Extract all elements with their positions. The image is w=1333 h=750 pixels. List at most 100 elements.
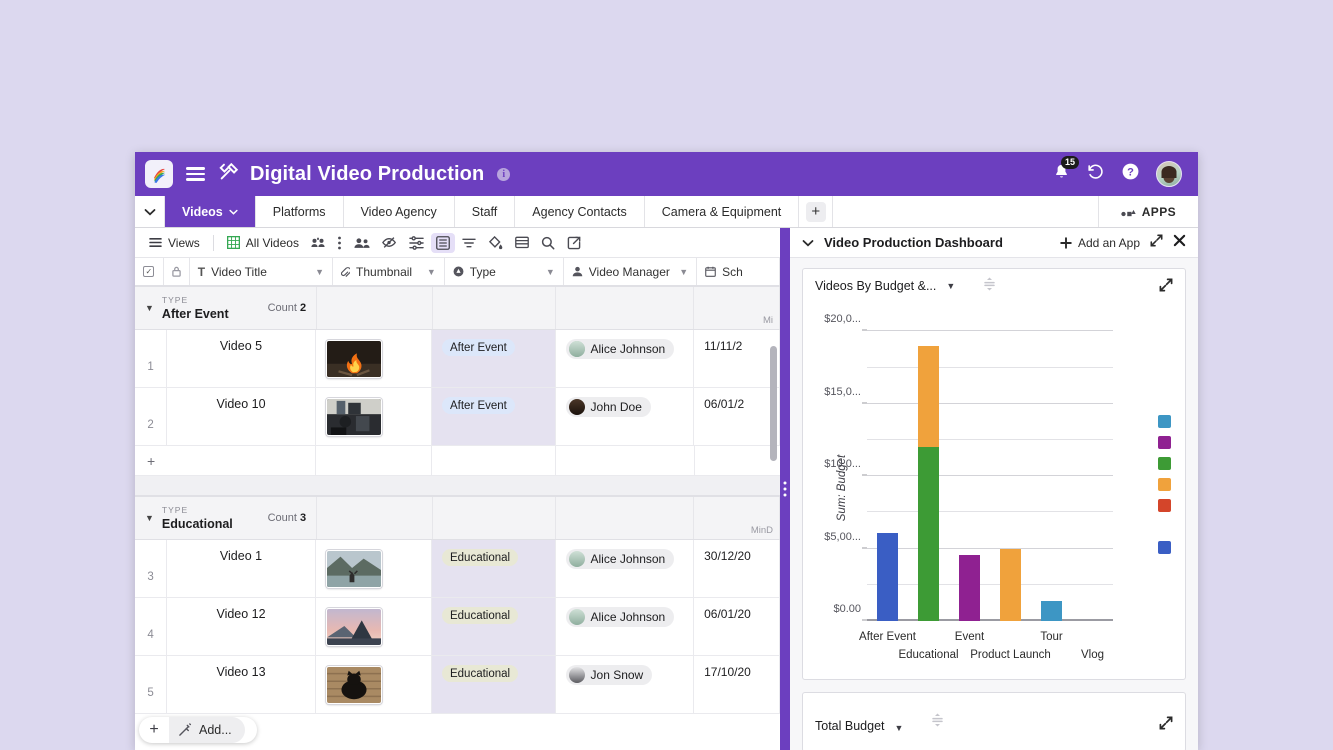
tab-camera-equipment[interactable]: Camera & Equipment [645, 196, 800, 227]
add-tab-button[interactable]: + [799, 196, 834, 227]
drag-handle-icon[interactable] [983, 276, 996, 297]
avatar[interactable] [1156, 161, 1182, 187]
cell-type[interactable]: Educational [431, 656, 556, 713]
field-settings-icon[interactable] [404, 233, 429, 253]
legend-swatch-2[interactable] [1158, 457, 1171, 470]
group-collapse-icon[interactable]: ▼ [145, 513, 154, 523]
table-name-button[interactable]: All Videos [222, 233, 304, 253]
table-row[interactable]: 5 Video 13 Educational Jon Snow 17/10/20 [135, 656, 780, 714]
views-button[interactable]: Views [144, 233, 205, 253]
cell-scheduled[interactable]: 06/01/20 [694, 598, 780, 655]
cell-video-title[interactable]: Video 10 [167, 388, 316, 445]
select-all-checkbox[interactable]: ✓ [135, 258, 164, 285]
group-header-educational[interactable]: ▼ TYPE Educational Count 3 MinD [135, 496, 780, 540]
cell-type[interactable]: After Event [431, 330, 556, 387]
bar-educational[interactable] [917, 345, 940, 621]
info-icon[interactable]: i [497, 167, 511, 181]
cell-thumbnail[interactable] [316, 656, 432, 713]
column-header-video-title[interactable]: T Video Title ▼ [190, 258, 334, 285]
chevron-down-icon[interactable]: ▼ [546, 267, 555, 277]
expand-diagonal-icon[interactable] [1159, 716, 1173, 733]
group-icon[interactable] [430, 232, 455, 253]
summary-icon[interactable] [510, 233, 534, 252]
help-circle-icon[interactable]: ? [1121, 162, 1140, 186]
color-fill-icon[interactable] [483, 233, 508, 253]
column-header-thumbnail[interactable]: Thumbnail ▼ [333, 258, 445, 285]
legend-swatch-3[interactable] [1158, 478, 1171, 491]
chevron-down-icon[interactable]: ▼ [895, 723, 904, 733]
hamburger-menu-icon[interactable] [183, 164, 208, 184]
cell-video-title[interactable]: Video 12 [167, 598, 316, 655]
column-header-video-manager[interactable]: Video Manager ▼ [564, 258, 698, 285]
plus-icon[interactable]: + [135, 446, 167, 475]
column-header-scheduled[interactable]: Sch [697, 258, 780, 285]
quickbase-logo[interactable] [145, 160, 173, 188]
group-collapse-icon[interactable]: ▼ [145, 303, 154, 313]
cell-video-manager[interactable]: Jon Snow [556, 656, 695, 713]
bar-segment-series-lightblue[interactable] [1040, 600, 1063, 621]
grid-vertical-scrollbar[interactable] [770, 346, 777, 461]
column-header-type[interactable]: Type ▼ [445, 258, 564, 285]
tab-platforms[interactable]: Platforms [256, 196, 344, 227]
tab-video-agency[interactable]: Video Agency [344, 196, 455, 227]
chevron-down-icon[interactable]: ▼ [679, 267, 688, 277]
bar-segment-series-green[interactable] [917, 447, 940, 621]
bar-tour[interactable] [1040, 600, 1063, 621]
share-users-icon[interactable] [306, 234, 330, 252]
history-undo-icon[interactable] [1086, 162, 1105, 186]
add-row-after-event[interactable]: + [135, 446, 780, 476]
chevron-down-icon[interactable]: ▼ [427, 267, 436, 277]
cell-video-manager[interactable]: Alice Johnson [556, 330, 695, 387]
expand-diagonal-icon[interactable] [1150, 234, 1163, 252]
close-x-icon[interactable] [1173, 234, 1186, 252]
filter-icon[interactable] [457, 234, 481, 252]
legend-swatch-0[interactable] [1158, 415, 1171, 428]
cell-thumbnail[interactable] [316, 388, 432, 445]
cell-video-title[interactable]: Video 13 [167, 656, 316, 713]
cell-thumbnail[interactable] [316, 540, 432, 597]
bar-product-launch[interactable] [999, 548, 1022, 621]
tab-videos[interactable]: Videos [165, 196, 256, 227]
cell-video-manager[interactable]: Alice Johnson [556, 540, 695, 597]
bar-event[interactable] [958, 555, 981, 621]
cell-video-manager[interactable]: John Doe [556, 388, 695, 445]
add-an-app-button[interactable]: Add an App [1060, 236, 1140, 250]
add-record-button[interactable]: + Add... [139, 717, 257, 743]
cell-video-title[interactable]: Video 1 [167, 540, 316, 597]
chevron-down-icon[interactable] [802, 234, 814, 252]
cell-scheduled[interactable]: 30/12/20 [694, 540, 780, 597]
table-row[interactable]: 3 Video 1 Educational Alice Johnson 30/1… [135, 540, 780, 598]
bar-segment-series-orange[interactable] [999, 548, 1022, 621]
chevron-down-icon[interactable]: ▼ [946, 281, 955, 291]
tab-agency-contacts[interactable]: Agency Contacts [515, 196, 645, 227]
people-icon[interactable] [349, 234, 375, 252]
cell-thumbnail[interactable] [316, 598, 432, 655]
table-row[interactable]: 1 Video 5 After Event Alice Johnson 11/1… [135, 330, 780, 388]
cell-video-title[interactable]: Video 5 [167, 330, 316, 387]
legend-swatch-4[interactable] [1158, 499, 1171, 512]
cell-type[interactable]: Educational [431, 598, 556, 655]
group-header-after-event[interactable]: ▼ TYPE After Event Count 2 Mi [135, 286, 780, 330]
table-row[interactable]: 2 Video 10 After Event John Doe 06/01/2 [135, 388, 780, 446]
legend-swatch-1[interactable] [1158, 436, 1171, 449]
plus-icon[interactable]: + [139, 721, 169, 739]
hide-fields-icon[interactable] [377, 233, 402, 252]
cell-video-manager[interactable]: Alice Johnson [556, 598, 695, 655]
expand-diagonal-icon[interactable] [1159, 278, 1173, 295]
tab-staff[interactable]: Staff [455, 196, 516, 227]
bar-segment-series-purple[interactable] [958, 555, 981, 621]
bar-after-event[interactable] [876, 533, 899, 621]
cell-thumbnail[interactable] [316, 330, 432, 387]
pane-splitter[interactable] [780, 228, 790, 750]
cell-scheduled[interactable]: 17/10/20 [694, 656, 780, 713]
cell-scheduled[interactable]: 06/01/2 [694, 388, 780, 445]
notifications-button[interactable]: 15 [1053, 155, 1080, 186]
chevron-down-icon[interactable]: ▼ [315, 267, 324, 277]
cell-type[interactable]: Educational [431, 540, 556, 597]
apps-button[interactable]: APPS [1099, 196, 1198, 227]
legend-swatch-6[interactable] [1158, 541, 1171, 554]
bar-segment-series-orange[interactable] [917, 345, 940, 448]
cell-scheduled[interactable]: 11/11/2 [694, 330, 780, 387]
add-with-wand[interactable]: Add... [169, 717, 245, 743]
kebab-menu-icon[interactable] [332, 233, 347, 253]
